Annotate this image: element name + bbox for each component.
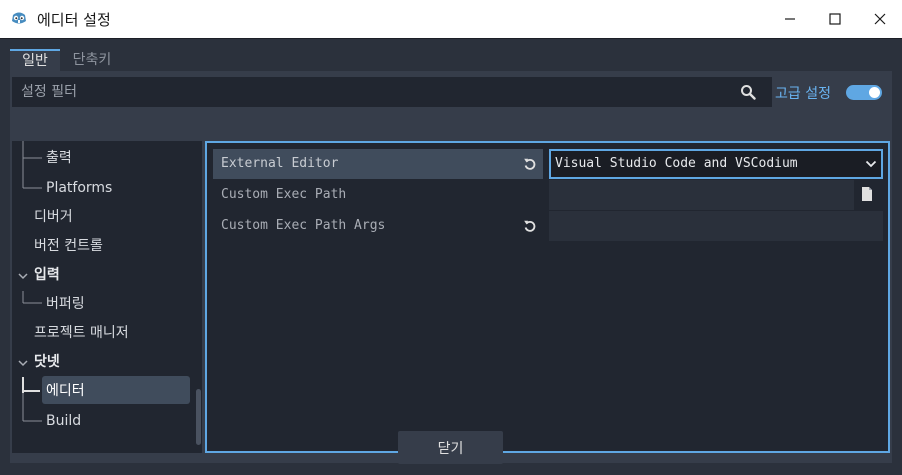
advanced-settings-toggle[interactable] (846, 85, 882, 100)
tree-item-project-manager[interactable]: 프로젝트 매니저 (34, 320, 129, 346)
advanced-settings-label: 고급 설정 (775, 86, 831, 102)
minimize-icon (784, 18, 795, 20)
custom-exec-path-input[interactable] (549, 180, 854, 210)
title-bar: 에디터 설정 (0, 0, 902, 38)
tree-item-output[interactable]: 출력 (46, 145, 72, 171)
maximize-icon (828, 13, 841, 25)
property-label: Custom Exec Path (221, 187, 347, 202)
toggle-knob (869, 87, 880, 98)
file-icon[interactable] (860, 186, 874, 202)
settings-tree: 출력 Platforms 디버거 버전 컨트롤 입력 버퍼링 프로젝트 매니저 … (12, 141, 202, 453)
search-icon (741, 85, 756, 100)
tree-item-dotnet[interactable]: 닷넷 (34, 349, 60, 375)
close-icon (874, 13, 885, 25)
tree-item-platforms[interactable]: Platforms (46, 175, 112, 201)
close-button[interactable]: 닫기 (398, 431, 503, 464)
window-title: 에디터 설정 (37, 11, 111, 29)
external-editor-dropdown[interactable]: Visual Studio Code and VSCodium (549, 149, 883, 179)
property-external-editor: External Editor Visual Studio Code and V… (213, 149, 883, 179)
tree-item-input[interactable]: 입력 (34, 262, 60, 288)
dropdown-value: Visual Studio Code and VSCodium (555, 156, 798, 171)
property-custom-exec-path-args: Custom Exec Path Args (213, 211, 883, 241)
tree-scrollbar-thumb[interactable] (196, 389, 201, 445)
property-label: Custom Exec Path Args (221, 218, 386, 233)
tree-item-version-control[interactable]: 버전 컨트롤 (34, 233, 103, 259)
dialog-body: 일반 단축키 고급 설정 (0, 38, 902, 475)
property-inspector: External Editor Visual Studio Code and V… (205, 141, 890, 453)
tree-item-buffering[interactable]: 버퍼링 (46, 291, 85, 317)
close-window-button[interactable] (857, 0, 902, 38)
maximize-button[interactable] (812, 0, 857, 38)
custom-exec-path-args-input[interactable] (549, 211, 883, 241)
tree-item-editor[interactable]: 에디터 (46, 378, 85, 404)
revert-icon[interactable] (523, 157, 537, 171)
tree-item-debugger[interactable]: 디버거 (34, 204, 73, 230)
godot-icon (12, 12, 26, 24)
property-label: External Editor (213, 149, 543, 179)
tree-scrollbar[interactable] (196, 141, 201, 453)
settings-panel: 고급 설정 출력 Platforms 디버거 버전 컨트롤 입력 (10, 71, 892, 463)
tab-general[interactable]: 일반 (10, 49, 60, 71)
filter-bar: 고급 설정 (10, 77, 892, 107)
revert-icon[interactable] (523, 219, 537, 233)
property-custom-exec-path: Custom Exec Path (213, 180, 883, 210)
minimize-button[interactable] (767, 0, 812, 38)
tree-item-build[interactable]: Build (46, 408, 81, 434)
settings-filter-input[interactable] (12, 77, 772, 107)
chevron-down-icon (865, 160, 877, 168)
tab-shortcuts[interactable]: 단축키 (60, 49, 124, 71)
